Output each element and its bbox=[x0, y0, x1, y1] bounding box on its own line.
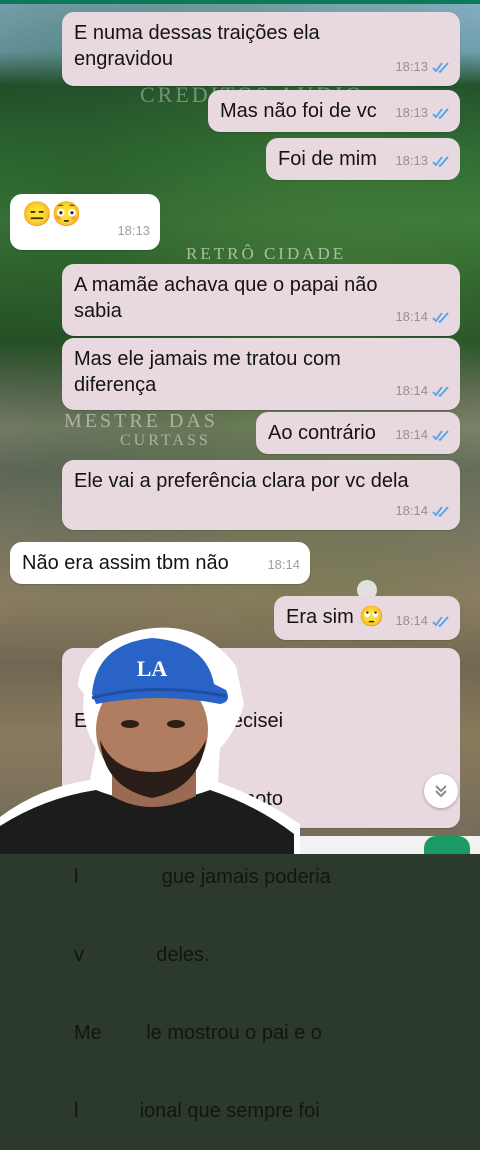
scroll-to-bottom-button[interactable] bbox=[424, 774, 458, 808]
presenter-overlay: LA bbox=[0, 627, 300, 854]
message-time: 18:14 bbox=[395, 613, 428, 628]
message-time: 18:13 bbox=[117, 223, 150, 238]
message-bubble-outgoing[interactable]: Ele vai a preferência clara por vc dela … bbox=[62, 460, 460, 530]
read-ticks-icon bbox=[432, 385, 449, 397]
message-meta: 18:14 bbox=[395, 378, 450, 404]
read-ticks-icon bbox=[432, 61, 449, 73]
message-time: 18:14 bbox=[395, 503, 428, 518]
message-text: Mas ele jamais me tratou com diferença bbox=[74, 348, 341, 396]
message-meta: 18:13 bbox=[395, 100, 450, 126]
watermark-text: RETRÔ CIDADE bbox=[186, 244, 347, 263]
message-meta: 18:13 bbox=[395, 54, 450, 80]
message-text: A mamãe achava que o papai não sabia bbox=[74, 274, 378, 322]
message-meta: 18:14 bbox=[395, 304, 450, 330]
read-ticks-icon bbox=[432, 155, 449, 167]
read-ticks-icon bbox=[432, 505, 449, 517]
message-bubble-outgoing[interactable]: Ao contrário 18:14 bbox=[256, 412, 460, 454]
message-line: Me le mostrou o pai e o bbox=[74, 1022, 322, 1044]
read-ticks-icon bbox=[432, 311, 449, 323]
watermark-text: CURTASS bbox=[120, 432, 211, 449]
message-text: E numa dessas traições ela engravidou bbox=[74, 22, 320, 70]
message-time: 18:14 bbox=[395, 427, 428, 442]
message-meta: 18:14 bbox=[395, 498, 450, 524]
message-meta: 18:14 bbox=[267, 552, 300, 578]
chevron-double-down-icon bbox=[435, 785, 447, 798]
message-time: 18:14 bbox=[395, 309, 428, 324]
message-meta: 18:14 bbox=[395, 608, 450, 634]
message-bubble-outgoing[interactable]: A mamãe achava que o papai não sabia 18:… bbox=[62, 264, 460, 336]
message-bubble-outgoing[interactable]: Foi de mim 18:13 bbox=[266, 138, 460, 180]
message-meta: 18:13 bbox=[117, 218, 150, 244]
read-ticks-icon bbox=[432, 615, 449, 627]
read-ticks-icon bbox=[432, 429, 449, 441]
cap-logo: LA bbox=[137, 656, 168, 681]
message-bubble-outgoing[interactable]: E numa dessas traições ela engravidou 18… bbox=[62, 12, 460, 86]
message-time: 18:13 bbox=[395, 59, 428, 74]
message-bubble-outgoing[interactable]: Mas não foi de vc 18:13 bbox=[208, 90, 460, 132]
message-line: l ional que sempre foi bbox=[74, 1100, 320, 1122]
message-text: Ele vai a preferência clara por vc dela bbox=[74, 470, 409, 492]
message-line: v deles. bbox=[74, 944, 210, 966]
message-bubble-incoming[interactable]: 😑😳 18:13 bbox=[10, 194, 160, 250]
message-time: 18:14 bbox=[267, 557, 300, 572]
message-meta: 18:14 bbox=[395, 422, 450, 448]
message-line: l gue jamais poderia bbox=[74, 866, 331, 888]
top-accent-bar bbox=[0, 0, 480, 4]
message-bubble-outgoing[interactable]: Mas ele jamais me tratou com diferença 1… bbox=[62, 338, 460, 410]
watermark-text: MESTRE DAS bbox=[64, 410, 218, 432]
message-time: 18:14 bbox=[395, 383, 428, 398]
message-time: 18:13 bbox=[395, 105, 428, 120]
message-time: 18:13 bbox=[395, 153, 428, 168]
message-bubble-incoming[interactable]: Não era assim tbm não 18:14 bbox=[10, 542, 310, 584]
message-meta: 18:13 bbox=[395, 148, 450, 174]
send-button-partial[interactable] bbox=[424, 836, 470, 854]
message-text: Não era assim tbm não bbox=[22, 552, 229, 574]
read-ticks-icon bbox=[432, 107, 449, 119]
message-bubble-outgoing[interactable]: Era sim 🙄 18:14 bbox=[274, 596, 460, 640]
